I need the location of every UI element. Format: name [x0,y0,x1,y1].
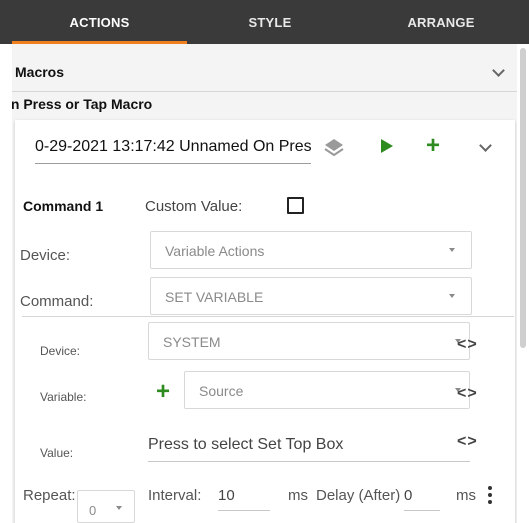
device-select[interactable]: Variable Actions [150,231,472,269]
chevron-down-icon[interactable] [479,139,492,152]
add-variable-icon[interactable]: + [156,380,170,404]
command-label: Command: [20,293,94,310]
param-device-value: SYSTEM [163,334,221,350]
interval-unit: ms [288,487,308,504]
more-options-icon[interactable] [488,486,493,504]
code-icon[interactable]: <> [457,336,478,354]
param-device-label: Device: [40,344,81,358]
layers-icon[interactable] [323,136,345,158]
caret-down-icon [449,248,455,252]
tab-style[interactable]: STYLE [187,0,353,44]
play-icon[interactable] [381,139,393,153]
param-variable-select[interactable]: Source [184,371,470,409]
delay-label: Delay (After) [316,487,401,504]
custom-value-label: Custom Value: [145,198,243,215]
repeat-label: Repeat: [23,487,76,504]
command-select[interactable]: SET VARIABLE [150,277,472,315]
device-label: Device: [20,247,71,264]
tab-bar: ACTIONS STYLE ARRANGE [0,0,529,44]
delay-input[interactable]: 0 [404,487,440,511]
interval-input[interactable]: 10 [218,487,270,511]
tab-arrange[interactable]: ARRANGE [353,0,529,44]
chevron-down-icon[interactable] [492,64,505,77]
repeat-select[interactable]: 0 [77,490,135,523]
tab-actions[interactable]: ACTIONS [12,0,187,44]
macros-label: Macros [15,64,65,80]
divider [22,316,514,317]
code-icon[interactable]: <> [457,433,478,451]
command-select-value: SET VARIABLE [165,289,264,305]
caret-down-icon [116,506,122,510]
delay-unit: ms [456,487,476,504]
scrollbar-thumb[interactable] [520,48,526,348]
repeat-value: 0 [89,503,97,518]
macros-section-header[interactable]: Macros [12,44,517,92]
param-variable-value: Source [199,383,244,399]
device-select-value: Variable Actions [165,243,265,259]
on-press-macro-label: On Press or Tap Macro [12,96,153,112]
param-variable-label: Variable: [40,390,87,404]
scrollbar[interactable] [517,44,529,523]
param-value-field[interactable]: Press to select Set Top Box [148,436,343,454]
add-command-icon[interactable]: + [426,133,440,159]
value-underline [148,461,470,462]
param-value-label: Value: [40,446,74,460]
code-icon[interactable]: <> [457,385,478,403]
command-title: Command 1 [23,198,104,214]
caret-down-icon [449,294,455,298]
interval-label: Interval: [148,487,202,504]
param-device-select[interactable]: SYSTEM [148,322,470,360]
macro-name-field[interactable]: 0-29-2021 13:17:42 Unnamed On Press [35,138,311,164]
custom-value-checkbox[interactable] [287,197,304,214]
